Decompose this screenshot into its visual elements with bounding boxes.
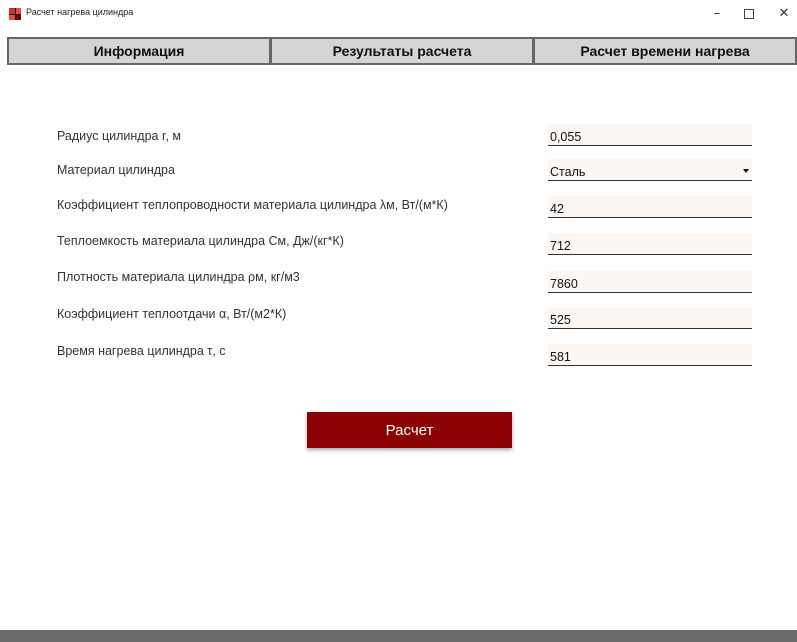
material-label: Материал цилиндра xyxy=(57,163,175,177)
bottom-bar xyxy=(0,630,797,642)
app-icon xyxy=(9,8,21,20)
heat-transfer-input[interactable]: 525 xyxy=(548,307,752,329)
material-select-value: Сталь xyxy=(550,165,586,179)
tab-bar: Информация Результаты расчета Расчет вре… xyxy=(7,37,797,65)
window-title: Расчет нагрева цилиндра xyxy=(26,7,134,17)
radius-label: Радиус цилиндра r, м xyxy=(57,129,181,143)
heating-time-input[interactable]: 581 xyxy=(548,344,752,366)
heating-time-label: Время нагрева цилиндра τ, с xyxy=(57,344,226,358)
radius-input[interactable]: 0,055 xyxy=(548,124,752,146)
conductivity-label: Коэффициент теплопроводности материала ц… xyxy=(57,198,448,212)
tab-information[interactable]: Информация xyxy=(7,37,271,65)
heat-transfer-label: Коэффициент теплоотдачи α, Вт/(м2*К) xyxy=(57,307,287,321)
material-select[interactable]: Сталь xyxy=(548,159,752,181)
density-input[interactable]: 7860 xyxy=(548,271,752,293)
minimize-button[interactable]: – xyxy=(703,4,731,24)
maximize-icon xyxy=(744,8,754,19)
heat-capacity-input[interactable]: 712 xyxy=(548,233,752,255)
heat-capacity-label: Теплоемкость материала цилиндра См, Дж/(… xyxy=(57,234,344,248)
chevron-down-icon xyxy=(743,169,749,173)
density-label: Плотность материала цилиндра ρм, кг/м3 xyxy=(57,270,300,284)
window-edge xyxy=(0,28,7,630)
calculate-button[interactable]: Расчет xyxy=(307,412,512,448)
tab-heating-time[interactable]: Расчет времени нагрева xyxy=(534,37,797,65)
conductivity-input[interactable]: 42 xyxy=(548,196,752,218)
tab-results[interactable]: Результаты расчета xyxy=(271,37,534,65)
maximize-button[interactable] xyxy=(735,4,763,24)
title-bar: Расчет нагрева цилиндра – ✕ xyxy=(0,0,797,28)
close-button[interactable]: ✕ xyxy=(770,4,797,24)
